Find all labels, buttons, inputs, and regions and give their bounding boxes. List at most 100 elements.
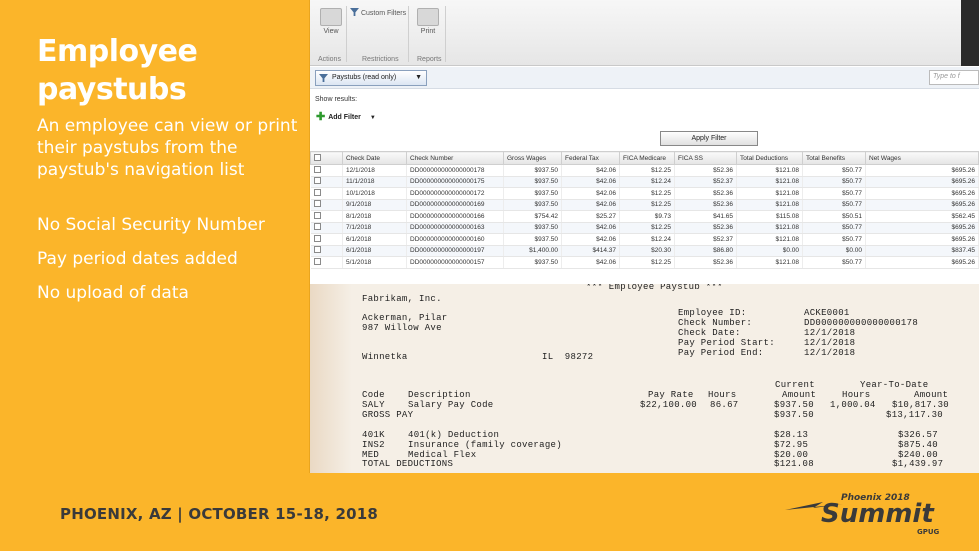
table-cell: $121.08 (736, 199, 803, 211)
filter-icon (319, 74, 328, 82)
label-employee-id: Employee ID: (678, 308, 747, 318)
table-cell: $754.42 (503, 210, 562, 223)
table-cell: $115.08 (736, 210, 803, 223)
row-checkbox[interactable] (310, 256, 343, 269)
employee-state-zip: IL 98272 (542, 352, 594, 362)
column-header[interactable]: Total Deductions (736, 151, 803, 165)
bullet-pay-period: Pay period dates added (37, 249, 238, 269)
column-header[interactable]: Check Date (342, 151, 407, 165)
company-name: Fabrikam, Inc. (362, 294, 442, 304)
table-cell: $42.06 (561, 233, 620, 246)
table-row[interactable]: 11/1/2018 DD000000000000000175 $937.50 $42.… (310, 176, 979, 188)
table-header-row: Check Date Check Number Gross Wages Fede… (310, 151, 979, 165)
column-header[interactable]: Net Wages (865, 151, 979, 165)
row-checkbox[interactable] (310, 199, 343, 211)
table-cell: $121.08 (736, 176, 803, 188)
window-edge (961, 0, 979, 66)
deduction-ytd: $875.40 (898, 440, 938, 450)
deduction-description: Insurance (family coverage) (408, 440, 562, 450)
gross-current: $937.50 (774, 410, 814, 420)
table-cell: $695.26 (865, 222, 979, 234)
table-cell: $937.50 (503, 222, 562, 234)
search-input[interactable]: Type to f (929, 70, 979, 85)
view-selector[interactable]: Paystubs (read only) ▼ (315, 70, 427, 86)
table-cell: 6/1/2018 (342, 245, 407, 257)
table-row[interactable]: 6/1/2018 DD000000000000000160 $937.50 $42.0… (310, 233, 979, 246)
column-header[interactable]: FICA Medicare (619, 151, 675, 165)
document-shadow (310, 284, 352, 473)
row-checkbox[interactable] (310, 210, 343, 223)
table-cell: $837.45 (865, 245, 979, 257)
table-cell: $121.08 (736, 256, 803, 269)
row-checkbox[interactable] (310, 187, 343, 200)
table-cell[interactable]: DD000000000000000157 (406, 256, 504, 269)
table-cell: $695.26 (865, 176, 979, 188)
table-cell: $42.06 (561, 222, 620, 234)
table-cell: $42.06 (561, 256, 620, 269)
table-cell[interactable]: DD000000000000000166 (406, 210, 504, 223)
value-employee-id: ACKE0001 (804, 308, 850, 318)
row-checkbox[interactable] (310, 245, 343, 257)
table-row[interactable]: 5/1/2018 DD000000000000000157 $937.50 $42.0… (310, 256, 979, 269)
table-cell: $695.26 (865, 164, 979, 177)
table-cell[interactable]: DD000000000000000169 (406, 199, 504, 211)
total-deductions-label: TOTAL DEDUCTIONS (362, 459, 454, 469)
table-cell: $937.50 (503, 187, 562, 200)
table-cell: $121.08 (736, 222, 803, 234)
row-checkbox[interactable] (310, 164, 343, 177)
view-button[interactable]: View (316, 8, 346, 35)
row-checkbox[interactable] (310, 233, 343, 246)
table-cell: $562.45 (865, 210, 979, 223)
logo-gpug: GPUG (917, 528, 940, 536)
table-cell: $695.26 (865, 233, 979, 246)
table-cell[interactable]: DD000000000000000175 (406, 176, 504, 188)
earning-description: Salary Pay Code (408, 400, 494, 410)
earning-pay-rate: $22,100.00 (640, 400, 698, 410)
table-cell[interactable]: DD000000000000000160 (406, 233, 504, 246)
value-period-start: 12/1/2018 (804, 338, 856, 348)
group-restrictions: Restrictions (362, 56, 399, 63)
ribbon-divider (445, 6, 446, 62)
earning-code: SALY (362, 400, 385, 410)
chevron-down-icon: ▼ (369, 115, 376, 121)
table-cell: $12.24 (619, 233, 675, 246)
column-header[interactable]: Gross Wages (503, 151, 562, 165)
custom-filters-button[interactable]: Custom Filters (350, 8, 408, 17)
table-row[interactable]: 6/1/2018 DD000000000000000197 $1,400.00 $41… (310, 245, 979, 257)
employee-name: Ackerman, Pilar (362, 313, 448, 323)
event-location-dates: PHOENIX, AZ | OCTOBER 15-18, 2018 (60, 505, 379, 523)
table-cell[interactable]: DD000000000000000197 (406, 245, 504, 257)
table-row[interactable]: 10/1/2018 DD000000000000000172 $937.50 $42.… (310, 187, 979, 200)
table-cell: $12.25 (619, 199, 675, 211)
apply-filter-button[interactable]: Apply Filter (660, 131, 758, 146)
row-checkbox[interactable] (310, 176, 343, 188)
table-cell[interactable]: DD000000000000000178 (406, 164, 504, 177)
table-cell: $121.08 (736, 164, 803, 177)
row-checkbox[interactable] (310, 222, 343, 234)
column-header[interactable]: Check Number (406, 151, 504, 165)
column-header[interactable]: FICA SS (674, 151, 737, 165)
select-all-checkbox[interactable] (310, 151, 343, 165)
col-ytd-amount: Amount (914, 390, 949, 400)
view-icon (320, 8, 342, 26)
table-cell: $50.51 (802, 210, 866, 223)
table-cell: $12.25 (619, 164, 675, 177)
table-cell: $937.50 (503, 164, 562, 177)
table-cell: $42.06 (561, 176, 620, 188)
group-actions: Actions (318, 56, 341, 63)
table-cell: $9.73 (619, 210, 675, 223)
table-row[interactable]: 7/1/2018 DD000000000000000163 $937.50 $42.0… (310, 222, 979, 234)
table-row[interactable]: 8/1/2018 DD000000000000000166 $754.42 $25.2… (310, 210, 979, 223)
add-filter-button[interactable]: ✚ Add Filter ▼ (316, 110, 376, 123)
column-header[interactable]: Federal Tax (561, 151, 620, 165)
print-button[interactable]: Print (413, 8, 443, 35)
table-cell[interactable]: DD000000000000000172 (406, 187, 504, 200)
table-cell: $42.06 (561, 164, 620, 177)
deduction-code: INS2 (362, 440, 385, 450)
column-header[interactable]: Total Benefits (802, 151, 866, 165)
logo-summit: Summit (821, 499, 935, 529)
table-row[interactable]: 9/1/2018 DD000000000000000169 $937.50 $42.0… (310, 199, 979, 211)
table-cell[interactable]: DD000000000000000163 (406, 222, 504, 234)
table-row[interactable]: 12/1/2018 DD000000000000000178 $937.50 $42.… (310, 164, 979, 177)
label-period-end: Pay Period End: (678, 348, 764, 358)
